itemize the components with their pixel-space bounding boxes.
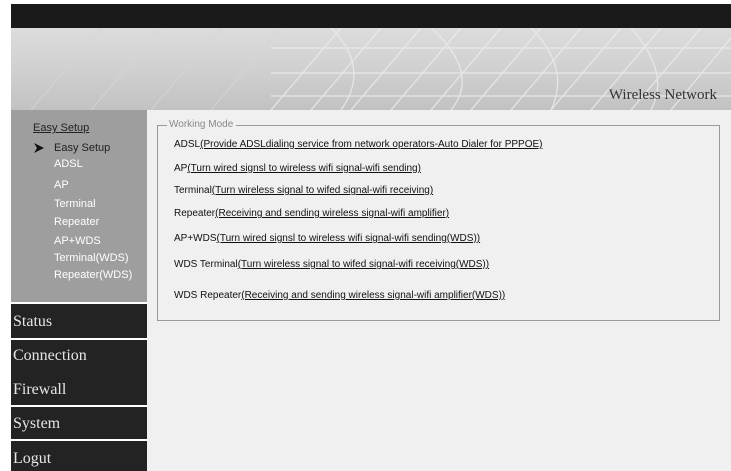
mode-link-wds-terminal[interactable]: (Turn wireless signal to wifed signal-wi… <box>238 259 489 270</box>
sidebar-item-adsl[interactable]: ADSL <box>54 158 83 170</box>
header-banner: Wireless Network <box>11 28 731 110</box>
sidebar-item-ap-wds[interactable]: AP+WDS <box>54 235 101 247</box>
mode-link-repeater[interactable]: (Receiving and sending wireless signal-w… <box>215 208 449 219</box>
sidebar-item-ap[interactable]: AP <box>54 179 69 191</box>
mode-link-adsl[interactable]: (Provide ADSLdialing service from networ… <box>200 139 542 150</box>
current-item-arrow-icon <box>34 143 44 153</box>
mode-name: AP+WDS <box>174 233 217 244</box>
mode-row-wds-repeater: WDS Repeater(Receiving and sending wirel… <box>174 290 505 301</box>
menu-system-label: System <box>13 415 61 432</box>
menu-status-label: Status <box>13 313 53 330</box>
sidebar-item-easy-setup[interactable]: Easy Setup <box>54 142 110 154</box>
mode-link-ap-wds[interactable]: (Turn wired signsl to wireless wifi sign… <box>217 233 481 244</box>
mode-link-ap[interactable]: (Turn wired signsl to wireless wifi sign… <box>187 163 421 174</box>
working-mode-legend: Working Mode <box>167 119 237 130</box>
top-bar <box>11 4 731 28</box>
mode-link-terminal[interactable]: (Turn wireless signal to wifed signal-wi… <box>212 185 433 196</box>
mode-name: WDS Repeater <box>174 290 242 301</box>
sidebar-submenu: Easy Setup Easy Setup ADSL AP Terminal R… <box>11 110 147 302</box>
menu-connection-firewall-group: Connection Firewall <box>11 340 150 405</box>
mode-name: Terminal <box>174 185 212 196</box>
sidebar-item-terminal[interactable]: Terminal <box>54 198 96 210</box>
mode-row-ap: AP(Turn wired signsl to wireless wifi si… <box>174 163 421 174</box>
mode-row-wds-terminal: WDS Terminal(Turn wireless signal to wif… <box>174 259 489 270</box>
mode-link-wds-repeater[interactable]: (Receiving and sending wireless signal-w… <box>241 290 505 301</box>
mode-row-adsl: ADSL(Provide ADSLdialing service from ne… <box>174 139 542 150</box>
mode-row-terminal: Terminal(Turn wireless signal to wifed s… <box>174 185 433 196</box>
menu-logout-label: Logut <box>13 450 52 467</box>
menu-logout[interactable]: Logut <box>11 441 150 471</box>
sidebar-item-terminal-wds[interactable]: Terminal(WDS) <box>54 252 129 264</box>
menu-connection[interactable]: Connection <box>13 347 87 365</box>
menu-firewall[interactable]: Firewall <box>13 381 66 399</box>
sidebar-item-repeater[interactable]: Repeater <box>54 216 99 228</box>
menu-system[interactable]: System <box>11 407 150 439</box>
mode-name: ADSL <box>174 139 201 150</box>
mode-row-repeater: Repeater(Receiving and sending wireless … <box>174 208 449 219</box>
working-mode-group: Working Mode ADSL(Provide ADSLdialing se… <box>157 119 720 321</box>
mode-row-ap-wds: AP+WDS(Turn wired signsl to wireless wif… <box>174 233 480 244</box>
main-content: Working Mode ADSL(Provide ADSLdialing se… <box>147 110 731 471</box>
mode-name: AP <box>174 163 188 174</box>
mode-name: Repeater <box>174 208 216 219</box>
sidebar-heading-easy-setup[interactable]: Easy Setup <box>33 122 89 134</box>
menu-status[interactable]: Status <box>11 304 150 338</box>
banner-title: Wireless Network <box>608 87 717 103</box>
sidebar-item-repeater-wds[interactable]: Repeater(WDS) <box>54 269 132 281</box>
mode-name: WDS Terminal <box>174 259 238 270</box>
